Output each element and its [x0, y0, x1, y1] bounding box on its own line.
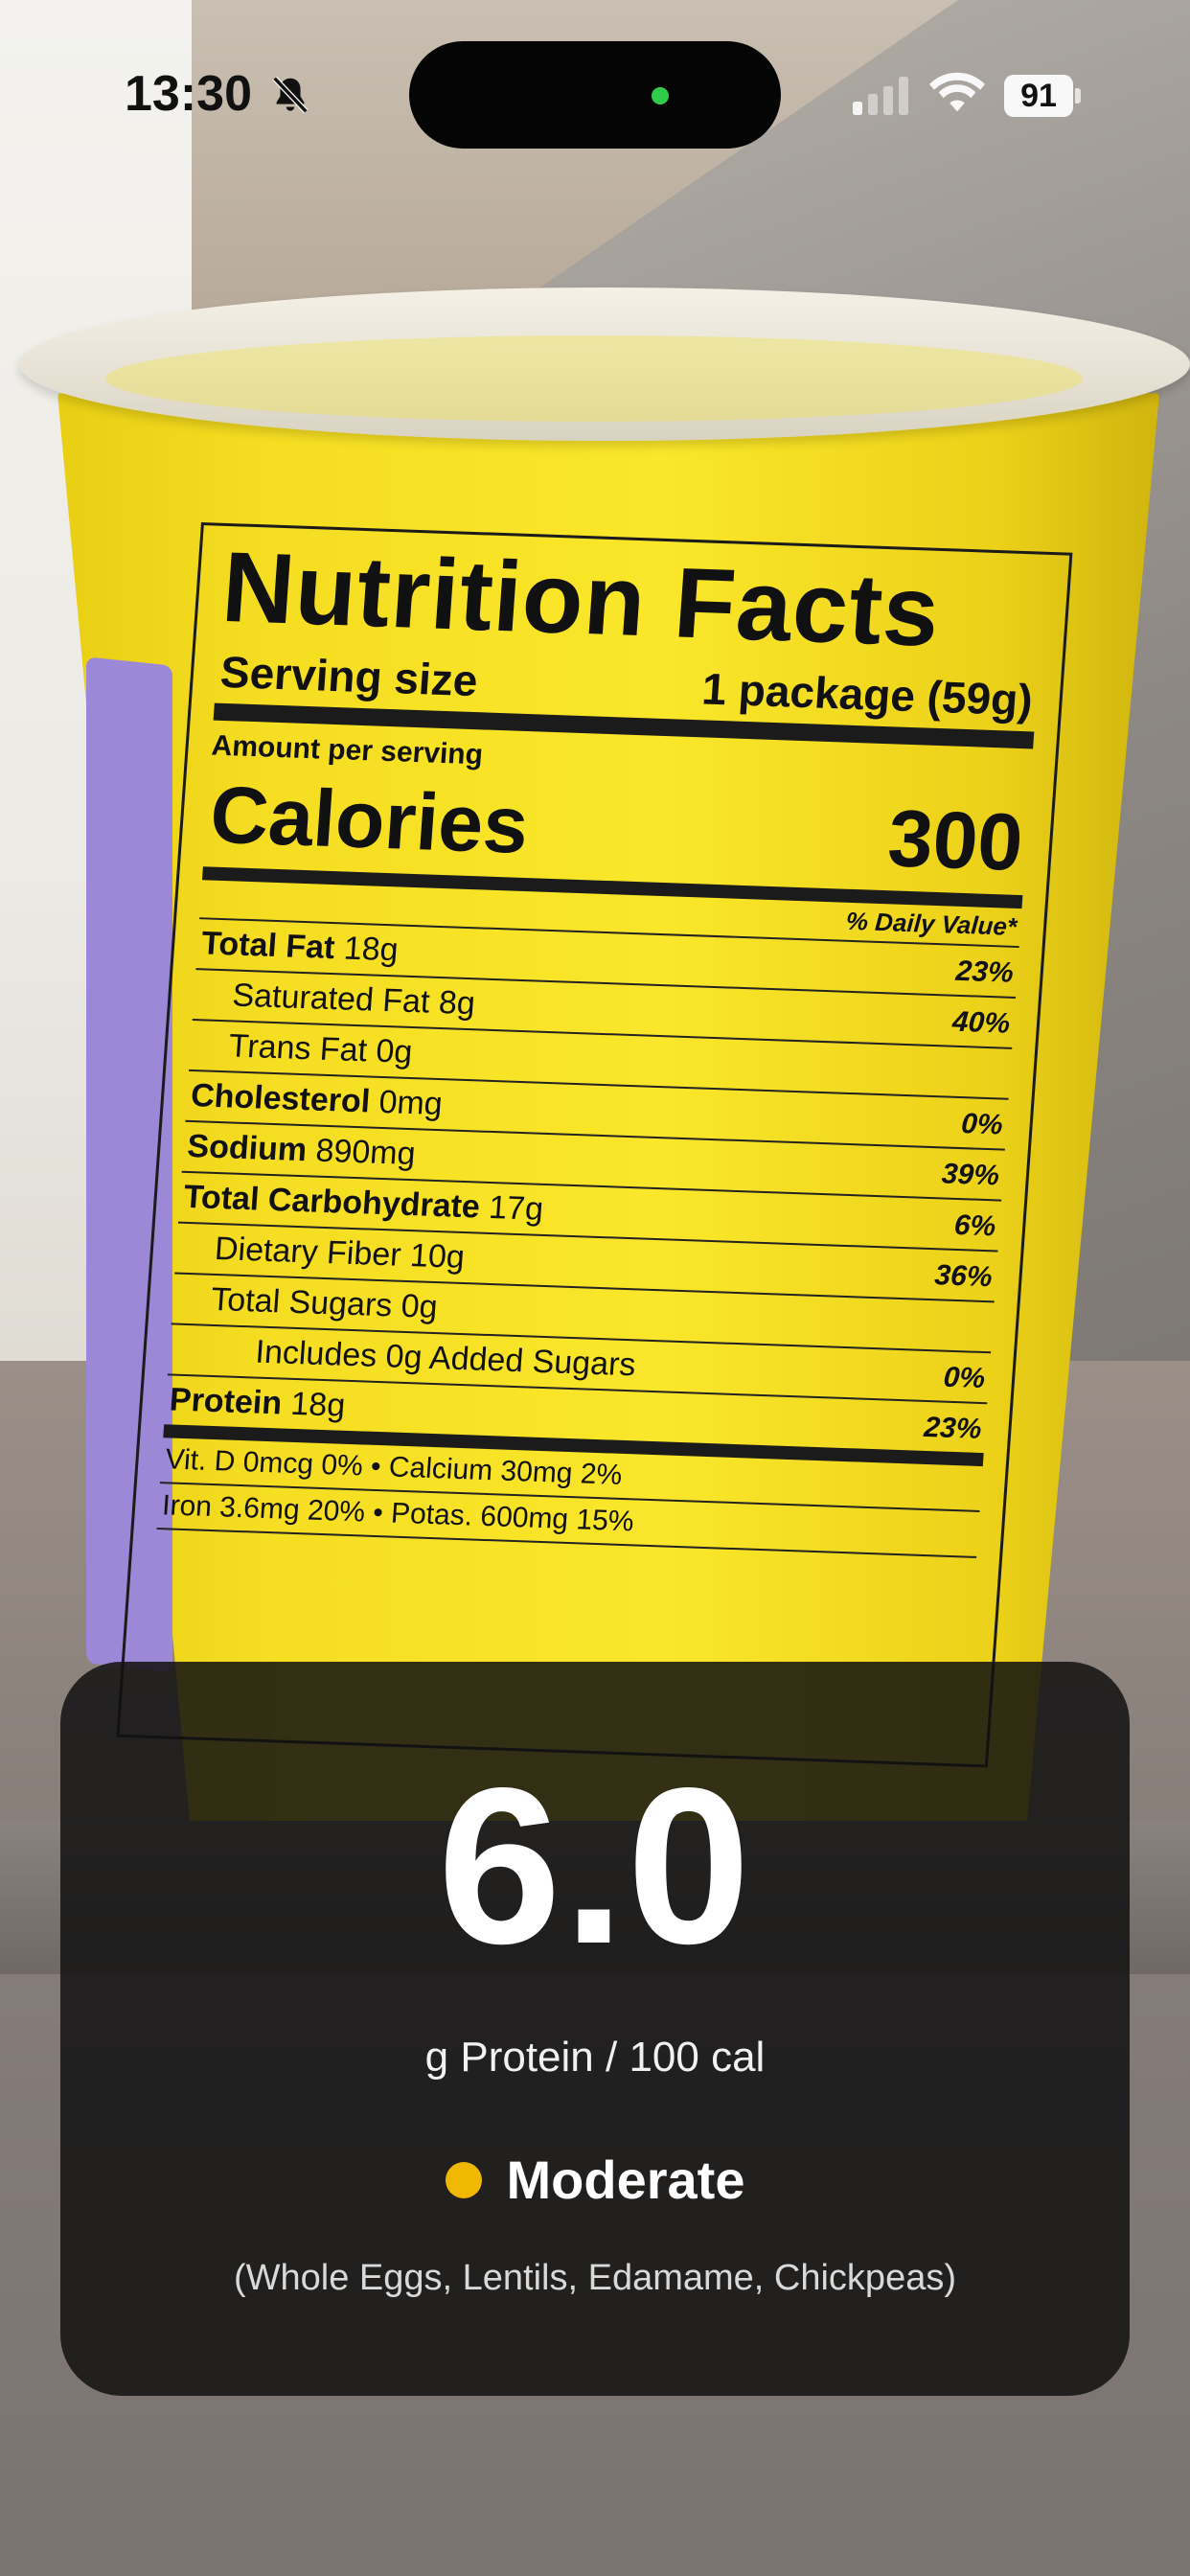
dynamic-island [409, 41, 781, 149]
nutrient-pct: 40% [950, 1005, 1012, 1040]
rating-examples: (Whole Eggs, Lentils, Edamame, Chickpeas… [234, 2258, 956, 2298]
score-unit: g Protein / 100 cal [424, 2034, 766, 2081]
nutrient-label: Total Sugars [210, 1281, 394, 1324]
nutrient-label: Sodium [186, 1128, 309, 1169]
nutrient-label: Dietary Fiber [213, 1230, 402, 1274]
nutrient-label: Saturated Fat [231, 977, 431, 1021]
vitamin-text: Iron 3.6mg 20% • Potas. 600mg 15% [161, 1489, 635, 1538]
battery-tip [1075, 88, 1081, 104]
protein-score-card[interactable]: 6.0 g Protein / 100 cal Moderate (Whole … [60, 1662, 1130, 2396]
nutrient-pct: 0% [960, 1108, 1004, 1141]
rating: Moderate [60, 2149, 1130, 2211]
nutrient-pct: 39% [940, 1158, 1001, 1192]
rating-label: Moderate [506, 2150, 745, 2210]
silent-bell-icon [272, 76, 309, 114]
calories-value: 300 [884, 793, 1026, 888]
nutrient-amount: 890mg [314, 1132, 417, 1173]
cellular-signal-icon [853, 77, 908, 115]
nutrient-pct: 0% [942, 1361, 987, 1395]
camera-indicator-dot [652, 87, 669, 104]
status-time: 13:30 [125, 66, 252, 122]
nutrient-label: Total Carbohydrate [182, 1179, 482, 1226]
serving-label: Serving size [218, 647, 480, 706]
nutrient-pct: 23% [954, 954, 1015, 990]
nutrient-amount: 0g [400, 1288, 439, 1326]
serving-value: 1 package (59g) [699, 663, 1035, 725]
wifi-icon [929, 72, 985, 112]
nutrition-facts-label: Nutrition Facts Serving size 1 package (… [116, 522, 1073, 1768]
nutrient-pct: 36% [933, 1259, 994, 1294]
nutrient-amount: 0mg [378, 1084, 445, 1123]
rating-dot-icon [445, 2161, 482, 2198]
cup-rim-inner [105, 335, 1083, 422]
nutrient-label: Includes 0g Added Sugars [254, 1333, 637, 1384]
calories-label: Calories [207, 769, 532, 871]
vitamin-text: Vit. D 0mcg 0% • Calcium 30mg 2% [164, 1443, 624, 1492]
status-bar: 13:30 91 [0, 0, 1190, 192]
nutrient-label: Protein [168, 1381, 284, 1422]
battery-indicator: 91 [1004, 75, 1073, 117]
nutrient-amount: 10g [408, 1237, 467, 1276]
nutrient-label: Trans Fat [227, 1027, 369, 1070]
nutrient-label: Cholesterol [189, 1077, 372, 1120]
nutrient-amount: 8g [437, 984, 477, 1023]
protein-score: 6.0 [437, 1742, 753, 1990]
nutrient-pct: 23% [923, 1412, 983, 1446]
nutrient-amount: 17g [487, 1189, 545, 1229]
nutrient-amount: 18g [289, 1386, 347, 1424]
nutrient-label: Total Fat [200, 925, 336, 967]
nutrient-amount: 0g [375, 1032, 414, 1071]
nutrient-pct: 6% [952, 1209, 997, 1243]
nutrient-amount: 18g [342, 930, 400, 969]
